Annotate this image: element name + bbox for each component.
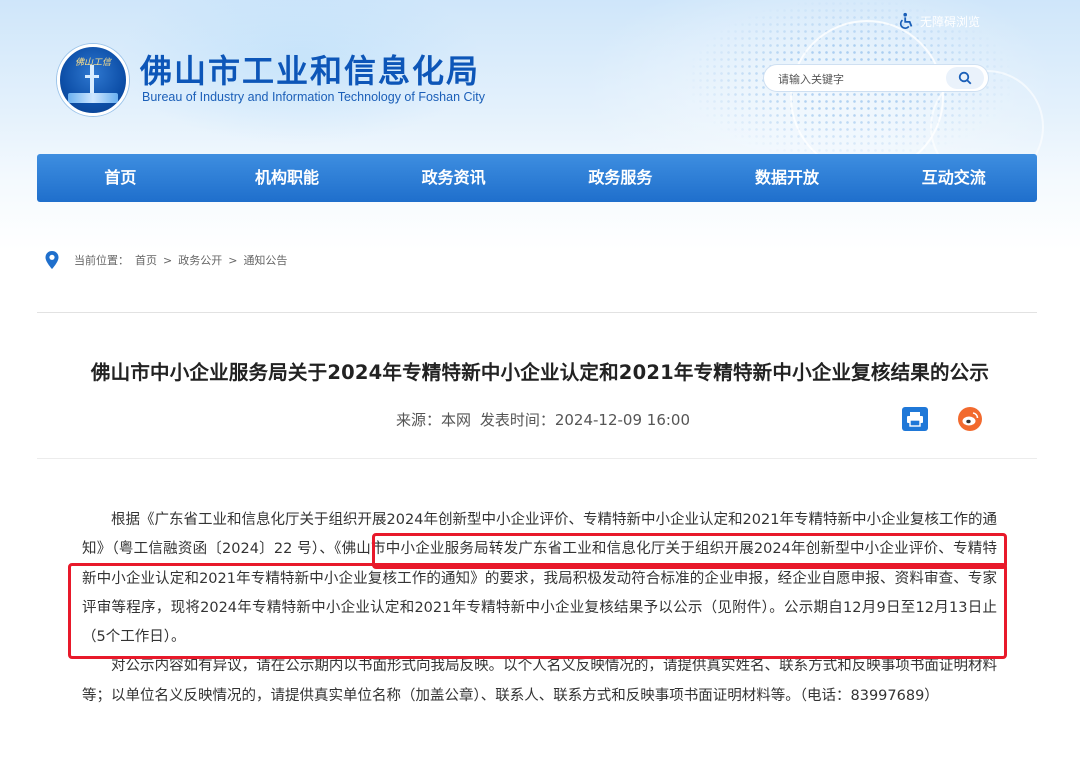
source-label: 来源： xyxy=(396,411,442,429)
source-value: 本网 xyxy=(441,411,472,429)
print-icon xyxy=(907,412,923,427)
article-title: 佛山市中小企业服务局关于2024年专精特新中小企业认定和2021年专精特新中小企… xyxy=(90,361,990,384)
nav-item-news[interactable]: 政务资讯 xyxy=(370,154,537,202)
decorative-ring xyxy=(790,20,944,174)
site-subtitle: Bureau of Industry and Information Techn… xyxy=(142,90,486,104)
article-paragraph: 根据《广东省工业和信息化厅关于组织开展2024年创新型中小企业评价、专精特新中小… xyxy=(82,506,997,652)
accessibility-label: 无障碍浏览 xyxy=(920,14,981,29)
site-logo[interactable]: 佛山工信 xyxy=(57,44,129,116)
divider xyxy=(37,312,1037,313)
breadcrumb-separator: > xyxy=(228,253,238,267)
article-meta: 来源：本网 发表时间：2024-12-09 16:00 xyxy=(396,409,694,430)
accessibility-link[interactable]: 无障碍浏览 xyxy=(898,10,980,32)
breadcrumb-gov-affairs[interactable]: 政务公开 xyxy=(178,252,222,268)
location-pin-icon xyxy=(45,251,59,269)
weibo-icon xyxy=(962,412,979,426)
nav-item-home[interactable]: 首页 xyxy=(37,154,204,202)
search-icon xyxy=(958,71,972,85)
site-title[interactable]: 佛山市工业和信息化局 xyxy=(140,46,480,92)
article-paragraph: 对公示内容如有异议，请在公示期内以书面形式向我局反映。以个人名义反映情况的，请提… xyxy=(82,658,997,704)
search-box xyxy=(764,65,988,91)
breadcrumb: 当前位置： 首页 > 政务公开 > 通知公告 xyxy=(44,250,287,270)
print-button[interactable] xyxy=(902,407,928,431)
nav-item-open-data[interactable]: 数据开放 xyxy=(704,154,871,202)
weibo-share-button[interactable] xyxy=(958,407,982,431)
breadcrumb-home[interactable]: 首页 xyxy=(135,252,157,268)
article-body: 根据《广东省工业和信息化厅关于组织开展2024年创新型中小企业评价、专精特新中小… xyxy=(82,506,997,711)
breadcrumb-label: 当前位置： xyxy=(74,254,129,267)
breadcrumb-notices[interactable]: 通知公告 xyxy=(243,252,287,268)
publish-time: 2024-12-09 16:00 xyxy=(554,411,690,429)
breadcrumb-separator: > xyxy=(163,253,173,267)
search-button[interactable] xyxy=(946,67,984,89)
nav-item-organization[interactable]: 机构职能 xyxy=(204,154,371,202)
main-nav: 首页 机构职能 政务资讯 政务服务 数据开放 互动交流 xyxy=(37,154,1037,202)
accessibility-icon xyxy=(899,12,913,29)
divider xyxy=(37,458,1037,459)
search-input[interactable] xyxy=(776,69,950,89)
nav-item-interaction[interactable]: 互动交流 xyxy=(870,154,1037,202)
publish-label: 发表时间： xyxy=(479,411,555,429)
nav-item-services[interactable]: 政务服务 xyxy=(537,154,704,202)
header-banner: 佛山工信 佛山市工业和信息化局 Bureau of Industry and I… xyxy=(0,0,1080,250)
